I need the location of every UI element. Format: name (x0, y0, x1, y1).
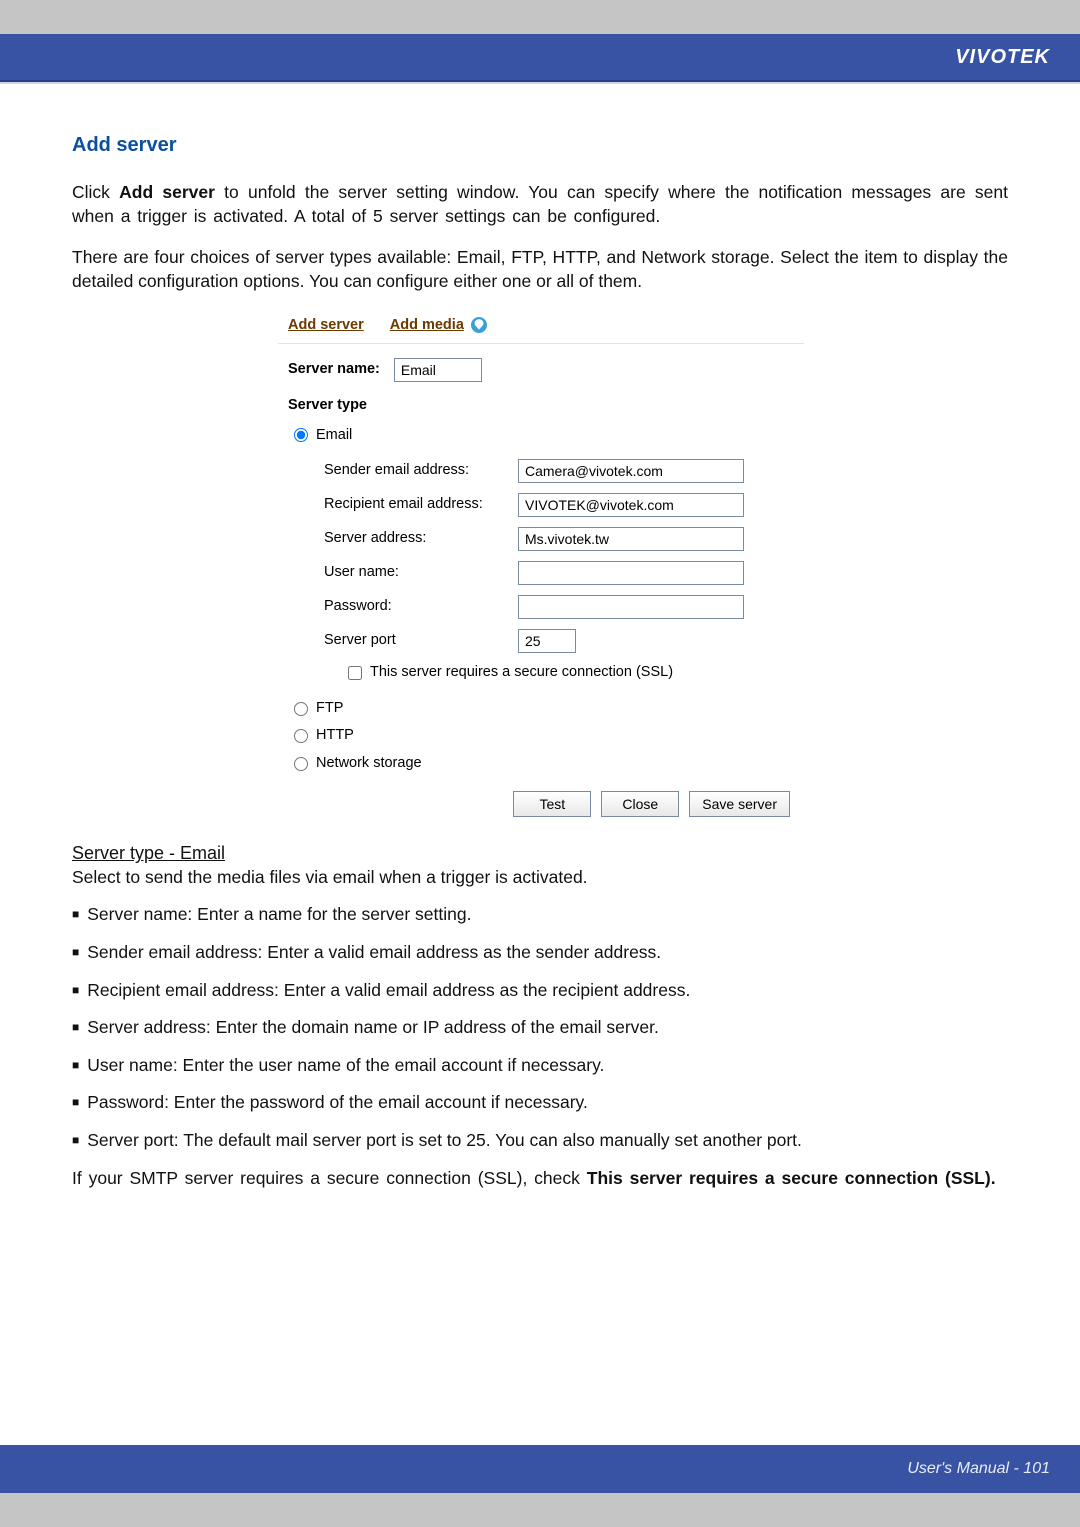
intro1-prefix: Click (72, 182, 119, 202)
radio-network-storage[interactable] (294, 757, 308, 771)
row-server-address: Server address: (324, 527, 794, 551)
bullet-recipient: Recipient email address: Enter a valid e… (72, 979, 1008, 1003)
section-heading-email: Server type - Email (72, 841, 1008, 865)
bullet-server-name: Server name: Enter a name for the server… (72, 903, 1008, 927)
button-row: Test Close Save server (288, 781, 794, 821)
radio-http-label: HTTP (316, 726, 354, 746)
bullet-sender: Sender email address: Enter a valid emai… (72, 941, 1008, 965)
radio-row-ftp: FTP (294, 699, 794, 719)
bullet-password: Password: Enter the password of the emai… (72, 1091, 1008, 1115)
row-user: User name: (324, 561, 794, 585)
label-ssl: This server requires a secure connection… (370, 663, 673, 683)
footer-band: User's Manual - 101 (0, 1445, 1080, 1493)
label-server-address: Server address: (324, 529, 504, 549)
row-port: Server port (324, 629, 794, 653)
intro-paragraph-2: There are four choices of server types a… (72, 246, 1008, 293)
server-dialog: Add server Add media Server name: (276, 312, 804, 832)
ssl-paragraph: If your SMTP server requires a secure co… (72, 1167, 1008, 1191)
label-port: Server port (324, 631, 504, 651)
test-button[interactable]: Test (513, 791, 591, 817)
row-ssl: This server requires a secure connection… (348, 663, 794, 683)
section-email-intro: Select to send the media files via email… (72, 866, 1008, 890)
input-port[interactable] (518, 629, 576, 653)
intro-paragraph-1: Click Add server to unfold the server se… (72, 181, 1008, 228)
input-server-address[interactable] (518, 527, 744, 551)
radio-email-label: Email (316, 426, 352, 446)
radio-email[interactable] (294, 428, 308, 442)
label-server-type: Server type (288, 396, 794, 416)
page: VIVOTEK Add server Click Add server to u… (0, 34, 1080, 1493)
bullet-server-port: Server port: The default mail server por… (72, 1129, 1008, 1153)
radio-row-network-storage: Network storage (294, 754, 794, 774)
bullet-server-address: Server address: Enter the domain name or… (72, 1016, 1008, 1040)
input-user[interactable] (518, 561, 744, 585)
label-sender: Sender email address: (324, 461, 504, 481)
intro1-bold: Add server (119, 182, 215, 202)
radio-ftp[interactable] (294, 702, 308, 716)
label-recipient: Recipient email address: (324, 495, 504, 515)
tab-add-media[interactable]: Add media (390, 316, 464, 336)
tip-icon (470, 316, 488, 334)
label-password: Password: (324, 597, 504, 617)
email-config-block: Sender email address: Recipient email ad… (288, 453, 794, 691)
bullet-list: Server name: Enter a name for the server… (72, 903, 1008, 1152)
radio-ftp-label: FTP (316, 699, 343, 719)
footer-text: User's Manual - 101 (907, 1460, 1050, 1478)
ssl-para-prefix: If your SMTP server requires a secure co… (72, 1168, 587, 1188)
dialog-body: Server name: Server type Email Sender em… (278, 343, 804, 831)
header-band: VIVOTEK (0, 34, 1080, 82)
save-server-button[interactable]: Save server (689, 791, 790, 817)
input-sender[interactable] (518, 459, 744, 483)
checkbox-ssl[interactable] (348, 666, 362, 680)
radio-row-email: Email (294, 426, 794, 446)
dialog-tabs: Add server Add media (278, 312, 804, 344)
label-server-name: Server name: (288, 360, 380, 380)
content-area: Add server Click Add server to unfold th… (0, 84, 1080, 1190)
row-sender: Sender email address: (324, 459, 794, 483)
row-recipient: Recipient email address: (324, 493, 794, 517)
input-server-name[interactable] (394, 358, 482, 382)
close-button[interactable]: Close (601, 791, 679, 817)
radio-http[interactable] (294, 729, 308, 743)
radio-row-http: HTTP (294, 726, 794, 746)
heading-add-server: Add server (72, 132, 1008, 159)
radio-network-storage-label: Network storage (316, 754, 422, 774)
bullet-user-name: User name: Enter the user name of the em… (72, 1054, 1008, 1078)
input-recipient[interactable] (518, 493, 744, 517)
page-sheet: VIVOTEK Add server Click Add server to u… (0, 0, 1080, 1527)
label-user: User name: (324, 563, 504, 583)
row-password: Password: (324, 595, 794, 619)
row-server-name: Server name: (288, 358, 794, 382)
input-password[interactable] (518, 595, 744, 619)
tab-add-media-wrap: Add media (390, 316, 488, 336)
tab-add-server[interactable]: Add server (288, 316, 364, 336)
ssl-para-bold: This server requires a secure connection… (587, 1168, 996, 1188)
brand-text: VIVOTEK (955, 46, 1050, 69)
